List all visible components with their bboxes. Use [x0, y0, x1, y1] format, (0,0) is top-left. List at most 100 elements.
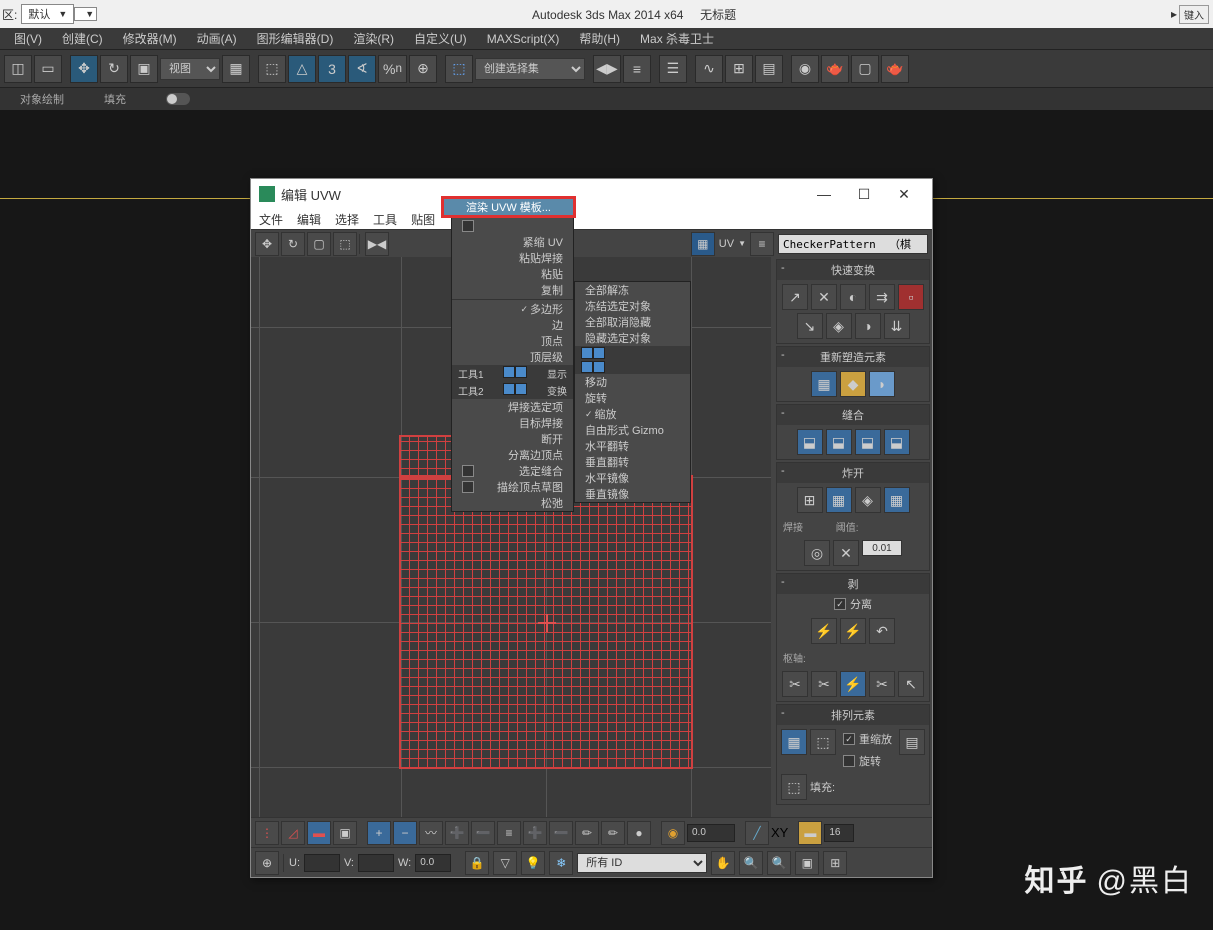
ctx-paste[interactable]: 粘贴 [452, 266, 573, 282]
ctx-freeze-selected[interactable]: 冻结选定对象 [575, 298, 690, 314]
qt-btn8[interactable]: ◑ [855, 313, 881, 339]
loop-icon[interactable]: ≡ [497, 821, 521, 845]
ctx-relax[interactable]: 松弛 [452, 495, 573, 511]
mirror-icon[interactable]: ◀▶ [593, 55, 621, 83]
v-input[interactable] [358, 854, 394, 872]
brush-icon[interactable]: ● [627, 821, 651, 845]
move-icon[interactable]: ✥ [70, 55, 98, 83]
ctx-paste-weld[interactable]: 粘贴焊接 [452, 250, 573, 266]
uvw-menu-select[interactable]: 选择 [335, 211, 359, 228]
ctx-polygon[interactable]: 多边形 [452, 301, 573, 317]
select-rect-icon[interactable]: ◫ [4, 55, 32, 83]
uvw-scale-icon[interactable]: ▢ [307, 232, 331, 256]
rotate-icon[interactable]: ↻ [100, 55, 128, 83]
align-icon[interactable]: ≡ [623, 55, 651, 83]
menu-modifiers[interactable]: 修改器(M) [113, 30, 187, 47]
uvw-move-icon[interactable]: ✥ [255, 232, 279, 256]
chevron-down-icon[interactable]: ▼ [738, 239, 746, 248]
pivot-btn4[interactable]: ✂ [869, 671, 895, 697]
sub-vertex-icon[interactable]: ⋮ [255, 821, 279, 845]
uvw-menu-tools[interactable]: 工具 [373, 211, 397, 228]
reshape-btn3[interactable]: ◗ [869, 371, 895, 397]
snap-toggle-icon[interactable]: ⬚ [258, 55, 286, 83]
render-uvw-template-button[interactable]: 渲染 UVW 模板... [441, 196, 576, 218]
uvw-menu-edit[interactable]: 编辑 [297, 211, 321, 228]
grow-icon[interactable]: + [367, 821, 391, 845]
shrink-icon[interactable]: − [393, 821, 417, 845]
panel-reshape-header[interactable]: 重新塑造元素 [777, 347, 929, 367]
explode-btn4[interactable]: ▦ [884, 487, 910, 513]
panel-peel-header[interactable]: 剥 [777, 574, 929, 594]
weld-target-btn[interactable]: ◎ [804, 540, 830, 566]
close-button[interactable]: ✕ [884, 186, 924, 203]
ctx-copy[interactable]: 复制 [452, 282, 573, 298]
uvw-freeform-icon[interactable]: ⬚ [333, 232, 357, 256]
ctx-rotate[interactable]: 旋转 [575, 390, 690, 406]
fill-toggle[interactable] [166, 93, 190, 105]
ctx-edge[interactable]: 边 [452, 317, 573, 333]
ctx-flip-h[interactable]: 水平翻转 [575, 438, 690, 454]
layers-icon[interactable]: ☰ [659, 55, 687, 83]
ctx-scale[interactable]: 缩放 [575, 406, 690, 422]
stitch-btn2[interactable]: ⬓ [826, 429, 852, 455]
curve-editor-icon[interactable]: ∿ [695, 55, 723, 83]
abs-rel-icon[interactable]: ⊕ [255, 851, 279, 875]
weld-break-btn[interactable]: ✕ [833, 540, 859, 566]
peel-btn2[interactable]: ⚡ [840, 618, 866, 644]
soft-sel-value[interactable] [687, 824, 735, 842]
menu-maxscript[interactable]: MAXScript(X) [477, 32, 570, 46]
ctx-freeform-gizmo[interactable]: 自由形式 Gizmo [575, 422, 690, 438]
stitch-btn4[interactable]: ⬓ [884, 429, 910, 455]
render-icon[interactable]: 🫖 [881, 55, 909, 83]
scale-icon[interactable]: ▣ [130, 55, 158, 83]
uvw-rotate-icon[interactable]: ↻ [281, 232, 305, 256]
panel-quick-transform-header[interactable]: 快速变换 [777, 260, 929, 280]
ctx-unhide-all[interactable]: 全部取消隐藏 [575, 314, 690, 330]
ring-shrink-icon[interactable]: ➖ [549, 821, 573, 845]
selection-set-select[interactable]: 创建选择集 [475, 58, 585, 80]
ctx-mirror-h[interactable]: 水平镜像 [575, 470, 690, 486]
w-input[interactable] [415, 854, 451, 872]
spinner-snap-icon[interactable]: ⊕ [409, 55, 437, 83]
ctx-vertex[interactable]: 顶点 [452, 333, 573, 349]
uvw-menu-mapping[interactable]: 贴图 [411, 211, 435, 228]
rotate-checkbox[interactable] [843, 755, 855, 767]
qt-btn5[interactable]: ▫ [898, 284, 924, 310]
menu-customize[interactable]: 自定义(U) [404, 30, 477, 47]
maximize-button[interactable]: ☐ [844, 186, 884, 203]
panel-arrange-header[interactable]: 排列元素 [777, 705, 929, 725]
reshape-btn2[interactable]: ◆ [840, 371, 866, 397]
menu-animation[interactable]: 动画(A) [187, 30, 247, 47]
zoom-extents-icon[interactable]: ▣ [795, 851, 819, 875]
menu-grapheditors[interactable]: 图形编辑器(D) [247, 30, 344, 47]
filter-icon[interactable]: ▽ [493, 851, 517, 875]
ctx-stitch-selected[interactable]: 选定缝合 [452, 463, 573, 479]
material-editor-icon[interactable]: ◉ [791, 55, 819, 83]
workspace-dropdown[interactable]: 默认▼ [21, 4, 74, 24]
render-setup-icon[interactable]: 🫖 [821, 55, 849, 83]
menu-create[interactable]: 创建(C) [52, 30, 113, 47]
loop-grow-icon[interactable]: ➕ [445, 821, 469, 845]
ctx-move[interactable]: 移动 [575, 374, 690, 390]
uvw-options-icon[interactable]: ≡ [750, 232, 774, 256]
ctx-sketch-vertices[interactable]: 描绘顶点草图 [452, 479, 573, 495]
ctx-break[interactable]: 断开 [452, 431, 573, 447]
menu-antivirus[interactable]: Max 杀毒卫士 [630, 30, 724, 47]
soft-sel-icon[interactable]: ◉ [661, 821, 685, 845]
texture-dropdown[interactable] [778, 234, 928, 254]
peel-undo-btn[interactable]: ↶ [869, 618, 895, 644]
ctx-weld-selected[interactable]: 焊接选定项 [452, 399, 573, 415]
ctx-flip-v[interactable]: 垂直翻转 [575, 454, 690, 470]
sub-edge-icon[interactable]: ◿ [281, 821, 305, 845]
arrange-btn2[interactable]: ⬚ [810, 729, 836, 755]
explode-btn1[interactable]: ⊞ [797, 487, 823, 513]
render-frame-icon[interactable]: ▢ [851, 55, 879, 83]
workspace-arrow[interactable]: ▼ [74, 7, 97, 21]
snap-3-icon[interactable]: 3 [318, 55, 346, 83]
ring-grow-icon[interactable]: ➕ [523, 821, 547, 845]
stitch-btn3[interactable]: ⬓ [855, 429, 881, 455]
edge-dist-icon[interactable]: ▬ [798, 821, 822, 845]
falloff-icon[interactable]: ╱ [745, 821, 769, 845]
qt-btn4[interactable]: ⇉ [869, 284, 895, 310]
uvw-checker-icon[interactable]: ▦ [691, 232, 715, 256]
